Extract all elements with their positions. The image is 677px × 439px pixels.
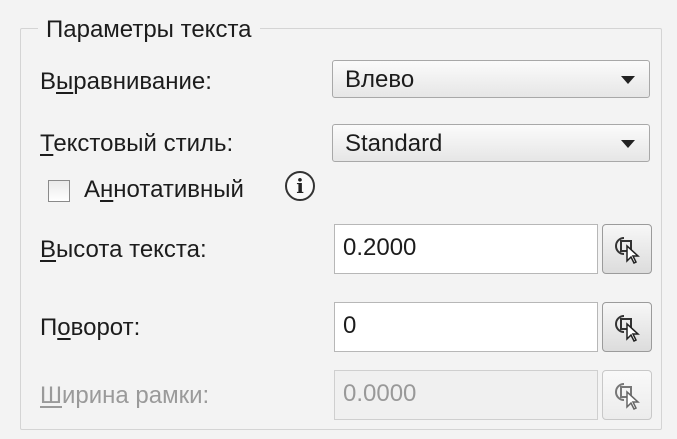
alignment-label-part: В — [40, 68, 57, 95]
text-height-value: 0.2000 — [343, 234, 417, 261]
info-icon[interactable]: i — [285, 171, 315, 201]
rotation-value: 0 — [343, 312, 357, 339]
text-height-label-mnemonic: В — [40, 236, 57, 263]
pick-point-icon — [615, 383, 640, 410]
text-style-dropdown[interactable]: Standard — [332, 124, 650, 162]
text-height-label-part: ысота текста: — [56, 236, 207, 263]
frame-width-label-mnemonic: Ш — [40, 382, 62, 409]
pick-point-icon — [615, 237, 640, 264]
alignment-dropdown[interactable]: Влево — [332, 60, 650, 98]
text-height-pick-button[interactable] — [602, 224, 652, 274]
chevron-down-icon — [621, 76, 635, 84]
rotation-label: Поворот: — [40, 314, 140, 342]
text-style-label: Текстовый стиль: — [40, 130, 233, 158]
alignment-label: Выравнивание: — [40, 68, 212, 96]
text-style-label-part: екстовый стиль: — [53, 130, 234, 157]
frame-width-label: Ширина рамки: — [40, 382, 209, 410]
alignment-label-mnemonic: ы — [56, 68, 74, 95]
text-height-label: Высота текста: — [40, 236, 207, 264]
frame-width-input: 0.0000 — [334, 370, 598, 420]
frame-width-value: 0.0000 — [343, 380, 417, 407]
rotation-label-part: ворот: — [70, 314, 141, 341]
group-title: Параметры текста — [38, 16, 260, 44]
annotative-checkbox[interactable] — [48, 180, 70, 202]
annotative-label[interactable]: Аннотативный — [84, 176, 244, 204]
rotation-label-mnemonic: о — [57, 314, 71, 341]
frame-width-label-part: ирина рамки: — [62, 382, 210, 409]
rotation-pick-button[interactable] — [602, 302, 652, 352]
pick-point-icon — [615, 315, 640, 342]
chevron-down-icon — [621, 140, 635, 148]
text-style-label-mnemonic: Т — [40, 130, 54, 157]
frame-width-pick-button — [602, 370, 652, 420]
annotative-label-mnemonic: н — [100, 176, 114, 203]
alignment-value: Влево — [345, 66, 415, 93]
text-height-input[interactable]: 0.2000 — [334, 224, 598, 274]
annotative-label-part: нотативный — [113, 176, 244, 203]
alignment-label-part: равнивание: — [73, 68, 212, 95]
rotation-label-part: П — [40, 314, 58, 341]
annotative-label-part: А — [84, 176, 101, 203]
rotation-input[interactable]: 0 — [334, 302, 598, 352]
text-style-value: Standard — [345, 130, 443, 157]
